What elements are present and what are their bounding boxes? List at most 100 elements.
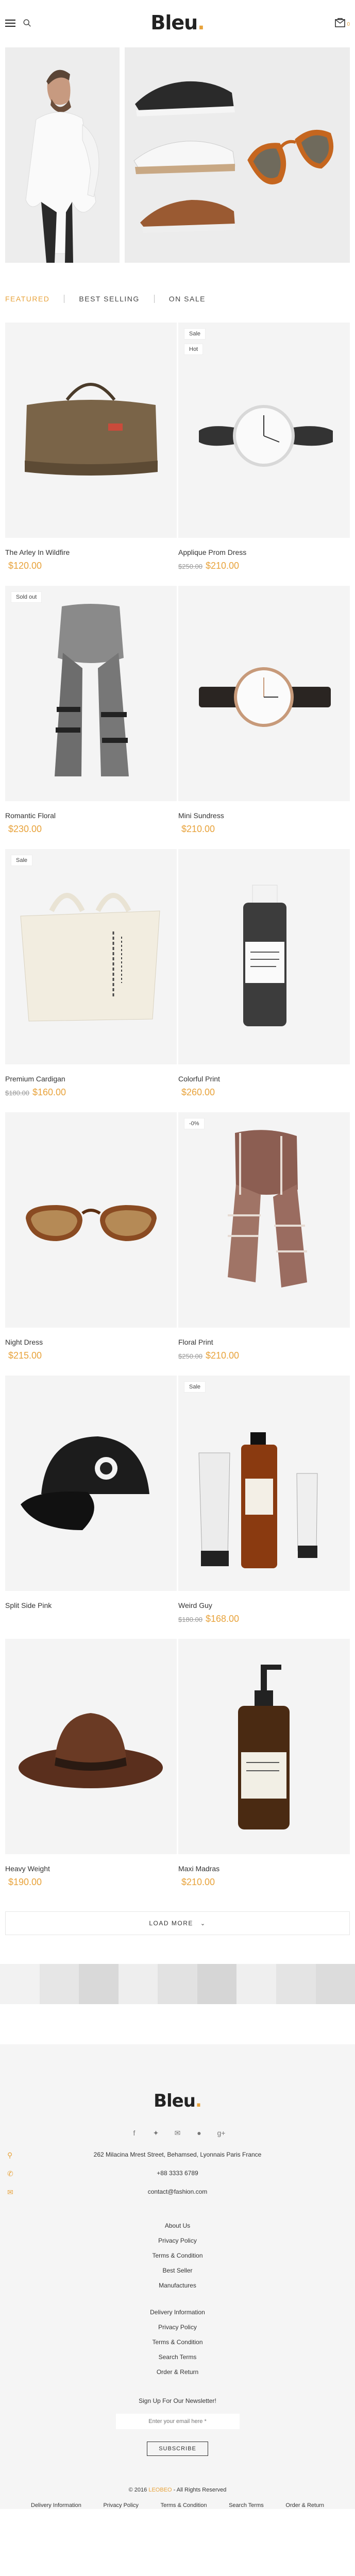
product-card[interactable]: Maxi Madras $210.00	[178, 1639, 350, 1888]
footer-link-search-terms[interactable]: Search Terms	[0, 2353, 355, 2361]
site-footer: Bleu. f ✦ ✉ ● g+ ⚲ 262 Milacina Mrest St…	[0, 2044, 355, 2509]
footer-link-about-us[interactable]: About Us	[0, 2222, 355, 2229]
instagram-thumb[interactable]	[276, 1964, 316, 2004]
bottom-link-privacy[interactable]: Privacy Policy	[103, 2502, 138, 2509]
footer-link-manufactures[interactable]: Manufactures	[0, 2282, 355, 2289]
cap-icon	[21, 1436, 149, 1530]
hat-icon	[19, 1713, 163, 1788]
bottom-link-terms[interactable]: Terms & Condition	[161, 2502, 207, 2509]
footer-links-service: Delivery Information Privacy Policy Term…	[0, 2309, 355, 2376]
product-image[interactable]: Sold out	[5, 586, 177, 801]
discount-badge: -0%	[184, 1118, 204, 1129]
load-more-button[interactable]: LOAD MORE ⌄	[5, 1911, 350, 1935]
product-name[interactable]: Applique Prom Dress	[178, 548, 350, 556]
footer-link-terms[interactable]: Terms & Condition	[0, 2252, 355, 2259]
product-name[interactable]: Colorful Print	[178, 1075, 350, 1083]
chevron-down-icon: ⌄	[200, 1920, 206, 1927]
current-price: $210.00	[181, 1877, 215, 1887]
footer-link-privacy-policy[interactable]: Privacy Policy	[0, 2324, 355, 2331]
hero-model-image[interactable]	[5, 47, 120, 263]
product-name[interactable]: Romantic Floral	[5, 811, 177, 820]
product-name[interactable]: Split Side Pink	[5, 1601, 177, 1609]
duffle-bag-icon	[25, 383, 158, 476]
footer-link-order-return[interactable]: Order & Return	[0, 2368, 355, 2376]
google-plus-icon[interactable]: g+	[217, 2129, 226, 2138]
product-image[interactable]	[5, 1376, 177, 1591]
instagram-thumb[interactable]	[0, 1964, 40, 2004]
twitter-icon[interactable]: ✦	[153, 2129, 160, 2138]
instagram-thumb[interactable]	[197, 1964, 237, 2004]
hero-products-image[interactable]	[125, 47, 350, 263]
product-card[interactable]: Night Dress $215.00	[5, 1112, 177, 1361]
hero-banner	[0, 47, 355, 263]
tab-on-sale[interactable]: On Sale	[169, 295, 206, 303]
product-card[interactable]: Sale Weird Guy $180.00 $168.00	[178, 1376, 350, 1624]
product-grid: The Arley In Wildfire $120.00 Sale Hot A…	[0, 323, 355, 1888]
product-name[interactable]: Maxi Madras	[178, 1865, 350, 1873]
product-image[interactable]	[178, 586, 350, 801]
product-name[interactable]: Heavy Weight	[5, 1865, 177, 1873]
product-image[interactable]	[178, 849, 350, 1064]
product-card[interactable]: The Arley In Wildfire $120.00	[5, 323, 177, 571]
bottom-link-order-return[interactable]: Order & Return	[285, 2502, 324, 2509]
tab-best-selling[interactable]: Best Selling	[79, 295, 139, 303]
bottom-link-search-terms[interactable]: Search Terms	[229, 2502, 264, 2509]
product-card[interactable]: Heavy Weight $190.00	[5, 1639, 177, 1888]
location-pin-icon: ⚲	[7, 2151, 13, 2159]
instagram-thumb[interactable]	[158, 1964, 197, 2004]
product-price: $120.00	[5, 561, 177, 571]
footer-link-privacy-policy[interactable]: Privacy Policy	[0, 2237, 355, 2244]
product-name[interactable]: Floral Print	[178, 1338, 350, 1346]
product-card[interactable]: Colorful Print $260.00	[178, 849, 350, 1098]
tab-featured[interactable]: Featured	[5, 295, 49, 303]
product-image[interactable]	[178, 1639, 350, 1854]
old-price: $250.00	[178, 1352, 202, 1360]
footer-link-best-seller[interactable]: Best Seller	[0, 2267, 355, 2274]
facebook-icon[interactable]: f	[131, 2129, 138, 2138]
product-name[interactable]: Night Dress	[5, 1338, 177, 1346]
instagram-thumb[interactable]	[236, 1964, 276, 2004]
old-price: $250.00	[178, 563, 202, 570]
product-image[interactable]	[5, 1112, 177, 1328]
sale-badge: Sale	[184, 329, 206, 339]
instagram-thumb[interactable]	[79, 1964, 119, 2004]
cart-button[interactable]: 0	[334, 18, 350, 28]
current-price: $210.00	[206, 1350, 240, 1361]
product-name[interactable]: Mini Sundress	[178, 811, 350, 820]
phone-text: +88 3333 6789	[157, 2170, 198, 2177]
contact-phone: ✆ +88 3333 6789	[0, 2170, 355, 2178]
bottom-link-delivery[interactable]: Delivery Information	[31, 2502, 81, 2509]
product-image[interactable]: Sale	[5, 849, 177, 1064]
product-tabs: Featured Best Selling On Sale	[0, 294, 355, 304]
product-card[interactable]: Split Side Pink	[5, 1376, 177, 1624]
email-text[interactable]: contact@fashion.com	[148, 2188, 208, 2195]
copyright-brand[interactable]: LEOBEO	[148, 2487, 172, 2493]
footer-link-terms[interactable]: Terms & Condition	[0, 2338, 355, 2346]
product-image[interactable]: -0%	[178, 1112, 350, 1328]
product-card[interactable]: Sold out Romantic Floral $230.00	[5, 586, 177, 835]
pinterest-icon[interactable]: ●	[196, 2129, 203, 2138]
newsletter-email-input[interactable]	[115, 2414, 240, 2429]
site-logo[interactable]: Bleu.	[0, 11, 355, 34]
instagram-thumb[interactable]	[315, 1964, 355, 2004]
product-card[interactable]: Sale Hot Applique Prom Dress $250.00 $210…	[178, 323, 350, 571]
email-icon[interactable]: ✉	[174, 2129, 181, 2138]
product-name[interactable]: Premium Cardigan	[5, 1075, 177, 1083]
product-card[interactable]: -0% Floral Print $250.00 $210.00	[178, 1112, 350, 1361]
load-more-label: LOAD MORE	[149, 1920, 193, 1927]
sale-badge: Sale	[11, 855, 32, 866]
product-image[interactable]: Sale	[178, 1376, 350, 1591]
subscribe-button[interactable]: SUBSCRIBE	[147, 2442, 208, 2456]
current-price: $190.00	[8, 1877, 42, 1887]
instagram-thumb[interactable]	[118, 1964, 158, 2004]
product-image[interactable]	[5, 1639, 177, 1854]
footer-link-delivery[interactable]: Delivery Information	[0, 2309, 355, 2316]
product-name[interactable]: Weird Guy	[178, 1601, 350, 1609]
instagram-thumb[interactable]	[39, 1964, 79, 2004]
product-card[interactable]: Mini Sundress $210.00	[178, 586, 350, 835]
footer-logo[interactable]: Bleu.	[0, 2091, 355, 2111]
product-card[interactable]: Sale Premium Cardigan $180.00 $160.00	[5, 849, 177, 1098]
product-image[interactable]: Sale Hot	[178, 323, 350, 538]
product-name[interactable]: The Arley In Wildfire	[5, 548, 177, 556]
product-image[interactable]	[5, 323, 177, 538]
